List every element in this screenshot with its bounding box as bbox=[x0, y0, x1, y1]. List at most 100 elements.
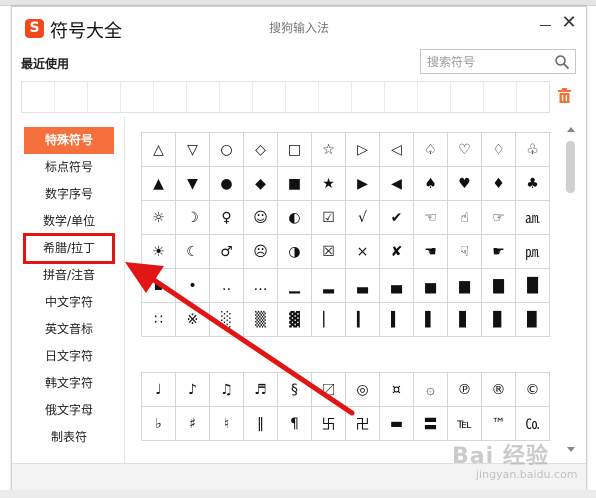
symbol-cell[interactable]: ☝ bbox=[448, 201, 482, 235]
symbol-cell[interactable]: © bbox=[516, 373, 550, 407]
symbol-cell[interactable]: 卐 bbox=[312, 407, 346, 441]
symbol-cell[interactable]: ♮ bbox=[210, 407, 244, 441]
symbol-cell[interactable]: ✔ bbox=[380, 201, 414, 235]
symbol-cell[interactable]: ♀ bbox=[210, 201, 244, 235]
symbol-cell[interactable]: ♩ bbox=[142, 373, 176, 407]
sidebar-item-pinyin[interactable]: 拼音/注音 bbox=[24, 262, 114, 289]
symbol-cell[interactable]: ♬ bbox=[244, 373, 278, 407]
symbol-cell[interactable]: ▊ bbox=[482, 303, 516, 337]
symbol-cell[interactable]: ㏂ bbox=[516, 201, 550, 235]
symbol-cell[interactable]: • bbox=[176, 269, 210, 303]
symbol-cell[interactable]: ® bbox=[482, 373, 516, 407]
symbol-cell[interactable]: ℡ bbox=[448, 407, 482, 441]
symbol-cell[interactable]: ▌ bbox=[414, 303, 448, 337]
symbol-cell[interactable]: ✘ bbox=[380, 235, 414, 269]
symbol-cell[interactable]: ▇ bbox=[482, 269, 516, 303]
recent-slot[interactable] bbox=[253, 82, 286, 112]
minimize-button[interactable] bbox=[539, 18, 553, 32]
symbol-cell[interactable]: ☚ bbox=[414, 235, 448, 269]
symbol-cell[interactable]: ♥ bbox=[448, 167, 482, 201]
symbol-cell[interactable]: ∷ bbox=[142, 303, 176, 337]
symbol-cell[interactable]: 〓 bbox=[414, 407, 448, 441]
symbol-cell[interactable]: ▒ bbox=[244, 303, 278, 337]
symbol-cell[interactable]: ◎ bbox=[346, 373, 380, 407]
symbol-cell[interactable]: ▍ bbox=[380, 303, 414, 337]
symbol-cell[interactable]: ♡ bbox=[448, 133, 482, 167]
symbol-cell[interactable]: ㏇ bbox=[516, 407, 550, 441]
symbol-cell[interactable]: ◐ bbox=[278, 201, 312, 235]
recent-slot[interactable] bbox=[352, 82, 385, 112]
symbol-cell[interactable]: ۞ bbox=[414, 373, 448, 407]
close-button[interactable]: ✕ bbox=[560, 13, 578, 33]
sidebar-item-number-sequence[interactable]: 数字序号 bbox=[24, 181, 114, 208]
symbol-cell[interactable]: ● bbox=[210, 167, 244, 201]
symbol-cell[interactable]: ★ bbox=[312, 167, 346, 201]
symbol-cell[interactable]: △ bbox=[142, 133, 176, 167]
sidebar-item-english-phonetic[interactable]: 英文音标 bbox=[24, 316, 114, 343]
symbol-cell[interactable]: ♠ bbox=[414, 167, 448, 201]
symbol-cell[interactable]: ☆ bbox=[312, 133, 346, 167]
symbol-cell[interactable]: ☼ bbox=[142, 201, 176, 235]
symbol-cell[interactable]: ▁ bbox=[278, 269, 312, 303]
scroll-thumb[interactable] bbox=[566, 141, 575, 193]
symbol-cell[interactable]: ▽ bbox=[176, 133, 210, 167]
recent-slot[interactable] bbox=[484, 82, 517, 112]
symbol-cell[interactable]: ♣ bbox=[516, 167, 550, 201]
symbol-cell[interactable]: 卍 bbox=[346, 407, 380, 441]
search-icon[interactable] bbox=[554, 54, 570, 70]
recent-slot[interactable] bbox=[55, 82, 88, 112]
symbol-cell[interactable]: ◇ bbox=[244, 133, 278, 167]
symbol-cell[interactable]: ○ bbox=[210, 133, 244, 167]
symbol-cell[interactable]: ☒ bbox=[312, 235, 346, 269]
symbol-cell[interactable]: ℗ bbox=[448, 373, 482, 407]
symbol-cell[interactable]: ▋ bbox=[448, 303, 482, 337]
recent-slot[interactable] bbox=[451, 82, 484, 112]
symbol-cell[interactable]: ☜ bbox=[414, 201, 448, 235]
symbol-cell[interactable]: ▆ bbox=[448, 269, 482, 303]
sidebar-item-greek-latin[interactable]: 希腊/拉丁 bbox=[23, 233, 115, 264]
symbol-cell[interactable]: ♦ bbox=[482, 167, 516, 201]
recent-slot[interactable] bbox=[22, 82, 55, 112]
recent-slot[interactable] bbox=[187, 82, 220, 112]
symbol-cell[interactable]: ▶ bbox=[346, 167, 380, 201]
search-input[interactable] bbox=[427, 53, 545, 71]
symbol-cell[interactable]: ☞ bbox=[482, 201, 516, 235]
symbol-cell[interactable]: ▬ bbox=[380, 407, 414, 441]
symbol-cell[interactable]: ‖ bbox=[244, 407, 278, 441]
recent-slot[interactable] bbox=[88, 82, 121, 112]
recent-slot[interactable] bbox=[517, 82, 549, 112]
sidebar-item-math-units[interactable]: 数学/单位 bbox=[24, 208, 114, 235]
recent-slot[interactable] bbox=[385, 82, 418, 112]
symbol-cell[interactable]: ☾ bbox=[176, 235, 210, 269]
symbol-cell[interactable]: ▷ bbox=[346, 133, 380, 167]
symbol-cell[interactable]: ▂ bbox=[312, 269, 346, 303]
symbol-cell[interactable]: ▼ bbox=[176, 167, 210, 201]
sidebar-item-korean[interactable]: 韩文字符 bbox=[24, 370, 114, 397]
recent-slot[interactable] bbox=[319, 82, 352, 112]
trash-icon[interactable] bbox=[558, 88, 571, 103]
recent-slot[interactable] bbox=[220, 82, 253, 112]
sidebar-item-box-drawing[interactable]: 制表符 bbox=[24, 424, 114, 451]
symbol-cell[interactable]: █ bbox=[516, 269, 550, 303]
symbol-cell[interactable]: ▄ bbox=[380, 269, 414, 303]
symbol-cell[interactable]: ◑ bbox=[278, 235, 312, 269]
recent-slot[interactable] bbox=[286, 82, 319, 112]
symbol-cell[interactable]: ☑ bbox=[312, 201, 346, 235]
symbol-cell[interactable]: ‥ bbox=[210, 269, 244, 303]
symbol-cell[interactable]: ■ bbox=[278, 167, 312, 201]
symbol-cell[interactable]: ㏘ bbox=[516, 235, 550, 269]
symbol-cell[interactable]: ☛ bbox=[482, 235, 516, 269]
symbol-cell[interactable]: ◁ bbox=[380, 133, 414, 167]
symbol-cell[interactable]: ▃ bbox=[346, 269, 380, 303]
vertical-scrollbar[interactable] bbox=[565, 127, 577, 455]
sidebar-item-russian[interactable]: 俄文字母 bbox=[24, 397, 114, 424]
symbol-cell[interactable]: ♫ bbox=[210, 373, 244, 407]
sidebar-item-japanese[interactable]: 日文字符 bbox=[24, 343, 114, 370]
scroll-down-icon[interactable] bbox=[567, 447, 575, 452]
symbol-cell[interactable]: ♂ bbox=[210, 235, 244, 269]
symbol-cell[interactable]: ☽ bbox=[176, 201, 210, 235]
symbol-cell[interactable]: ▎ bbox=[346, 303, 380, 337]
symbol-cell[interactable]: ♯ bbox=[176, 407, 210, 441]
symbol-cell[interactable]: ◆ bbox=[244, 167, 278, 201]
sidebar-item-chinese-chars[interactable]: 中文字符 bbox=[24, 289, 114, 316]
